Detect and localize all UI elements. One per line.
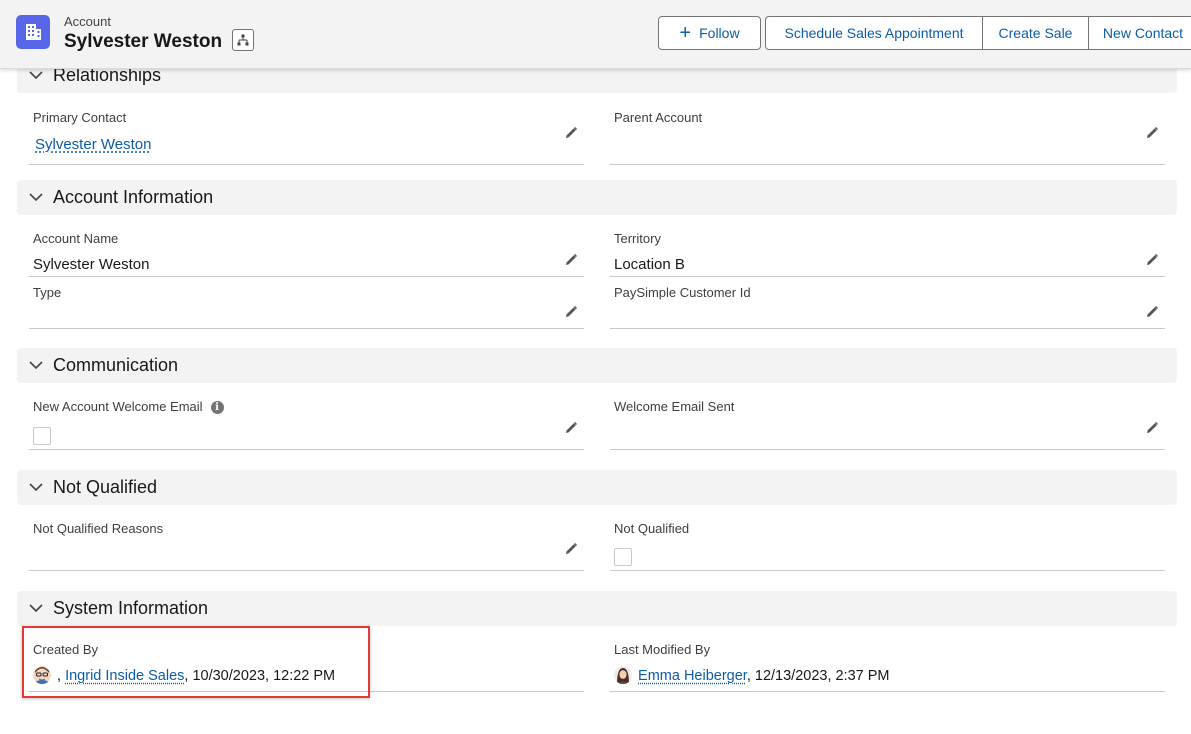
highlight-annotation-box (22, 626, 370, 698)
field-account-name: Account Name Sylvester Weston (29, 231, 584, 277)
pencil-icon[interactable] (564, 253, 578, 267)
pencil-icon[interactable] (564, 542, 578, 556)
account-name-value: Sylvester Weston (33, 256, 149, 273)
field-label: Parent Account (614, 110, 702, 125)
create-sale-button[interactable]: Create Sale (982, 16, 1089, 50)
field-label: Not Qualified (614, 521, 689, 536)
chevron-down-icon (28, 190, 44, 206)
section-title: Account Information (53, 187, 213, 208)
field-label-text: New Account Welcome Email (33, 399, 203, 414)
info-icon[interactable]: i (211, 401, 224, 414)
plus-icon: + (679, 23, 691, 43)
follow-button[interactable]: + Follow (658, 16, 761, 50)
field-welcome-email-sent: Welcome Email Sent (610, 399, 1165, 450)
welcome-email-checkbox[interactable] (33, 427, 51, 445)
field-type: Type (29, 285, 584, 329)
chevron-down-icon (28, 68, 44, 84)
pencil-icon[interactable] (1145, 421, 1159, 435)
avatar (614, 666, 632, 684)
field-parent-account: Parent Account (610, 110, 1165, 165)
section-title: Not Qualified (53, 477, 157, 498)
not-qualified-checkbox[interactable] (614, 548, 632, 566)
field-primary-contact: Primary Contact Sylvester Weston (29, 110, 584, 165)
section-title: Communication (53, 355, 178, 376)
section-system-information[interactable]: System Information (17, 591, 1177, 626)
field-not-qualified-reasons: Not Qualified Reasons (29, 521, 584, 571)
chevron-down-icon (28, 358, 44, 374)
modified-by-value: Emma Heiberger, 12/13/2023, 2:37 PM (614, 666, 890, 684)
primary-contact-link[interactable]: Sylvester Weston (35, 136, 151, 153)
section-communication[interactable]: Communication (17, 348, 1177, 383)
field-label: Not Qualified Reasons (33, 521, 163, 536)
field-label: Type (33, 285, 61, 300)
field-label: Account Name (33, 231, 118, 246)
field-territory: Territory Location B (610, 231, 1165, 277)
field-label: PaySimple Customer Id (614, 285, 751, 300)
field-label: Welcome Email Sent (614, 399, 734, 414)
field-label: New Account Welcome Email i (33, 399, 224, 414)
new-contact-button[interactable]: New Contact (1088, 16, 1191, 50)
pencil-icon[interactable] (1145, 126, 1159, 140)
pencil-icon[interactable] (1145, 305, 1159, 319)
page-title: Sylvester Weston (64, 31, 222, 53)
field-last-modified-by: Last Modified By Emma Heiberger, 12/13/2… (610, 642, 1165, 692)
modified-by-user-link[interactable]: Emma Heiberger (638, 668, 747, 684)
field-paysimple-customer-id: PaySimple Customer Id (610, 285, 1165, 329)
field-new-account-welcome-email: New Account Welcome Email i (29, 399, 584, 450)
object-label: Account (64, 14, 111, 29)
schedule-sales-appointment-button[interactable]: Schedule Sales Appointment (765, 16, 983, 50)
building-icon (16, 15, 50, 49)
hierarchy-icon (237, 34, 249, 46)
field-label: Last Modified By (614, 642, 710, 657)
record-header: Account Sylvester Weston + Follow Schedu… (0, 0, 1191, 69)
section-not-qualified[interactable]: Not Qualified (17, 470, 1177, 505)
modified-by-date: , 12/13/2023, 2:37 PM (747, 668, 890, 684)
hierarchy-button[interactable] (232, 29, 254, 51)
chevron-down-icon (28, 601, 44, 617)
pencil-icon[interactable] (1145, 253, 1159, 267)
field-label: Territory (614, 231, 661, 246)
chevron-down-icon (28, 480, 44, 496)
field-not-qualified: Not Qualified (610, 521, 1165, 571)
pencil-icon[interactable] (564, 305, 578, 319)
pencil-icon[interactable] (564, 126, 578, 140)
field-label: Primary Contact (33, 110, 126, 125)
section-title: System Information (53, 598, 208, 619)
pencil-icon[interactable] (564, 421, 578, 435)
section-account-information[interactable]: Account Information (17, 180, 1177, 215)
territory-value: Location B (614, 256, 685, 273)
